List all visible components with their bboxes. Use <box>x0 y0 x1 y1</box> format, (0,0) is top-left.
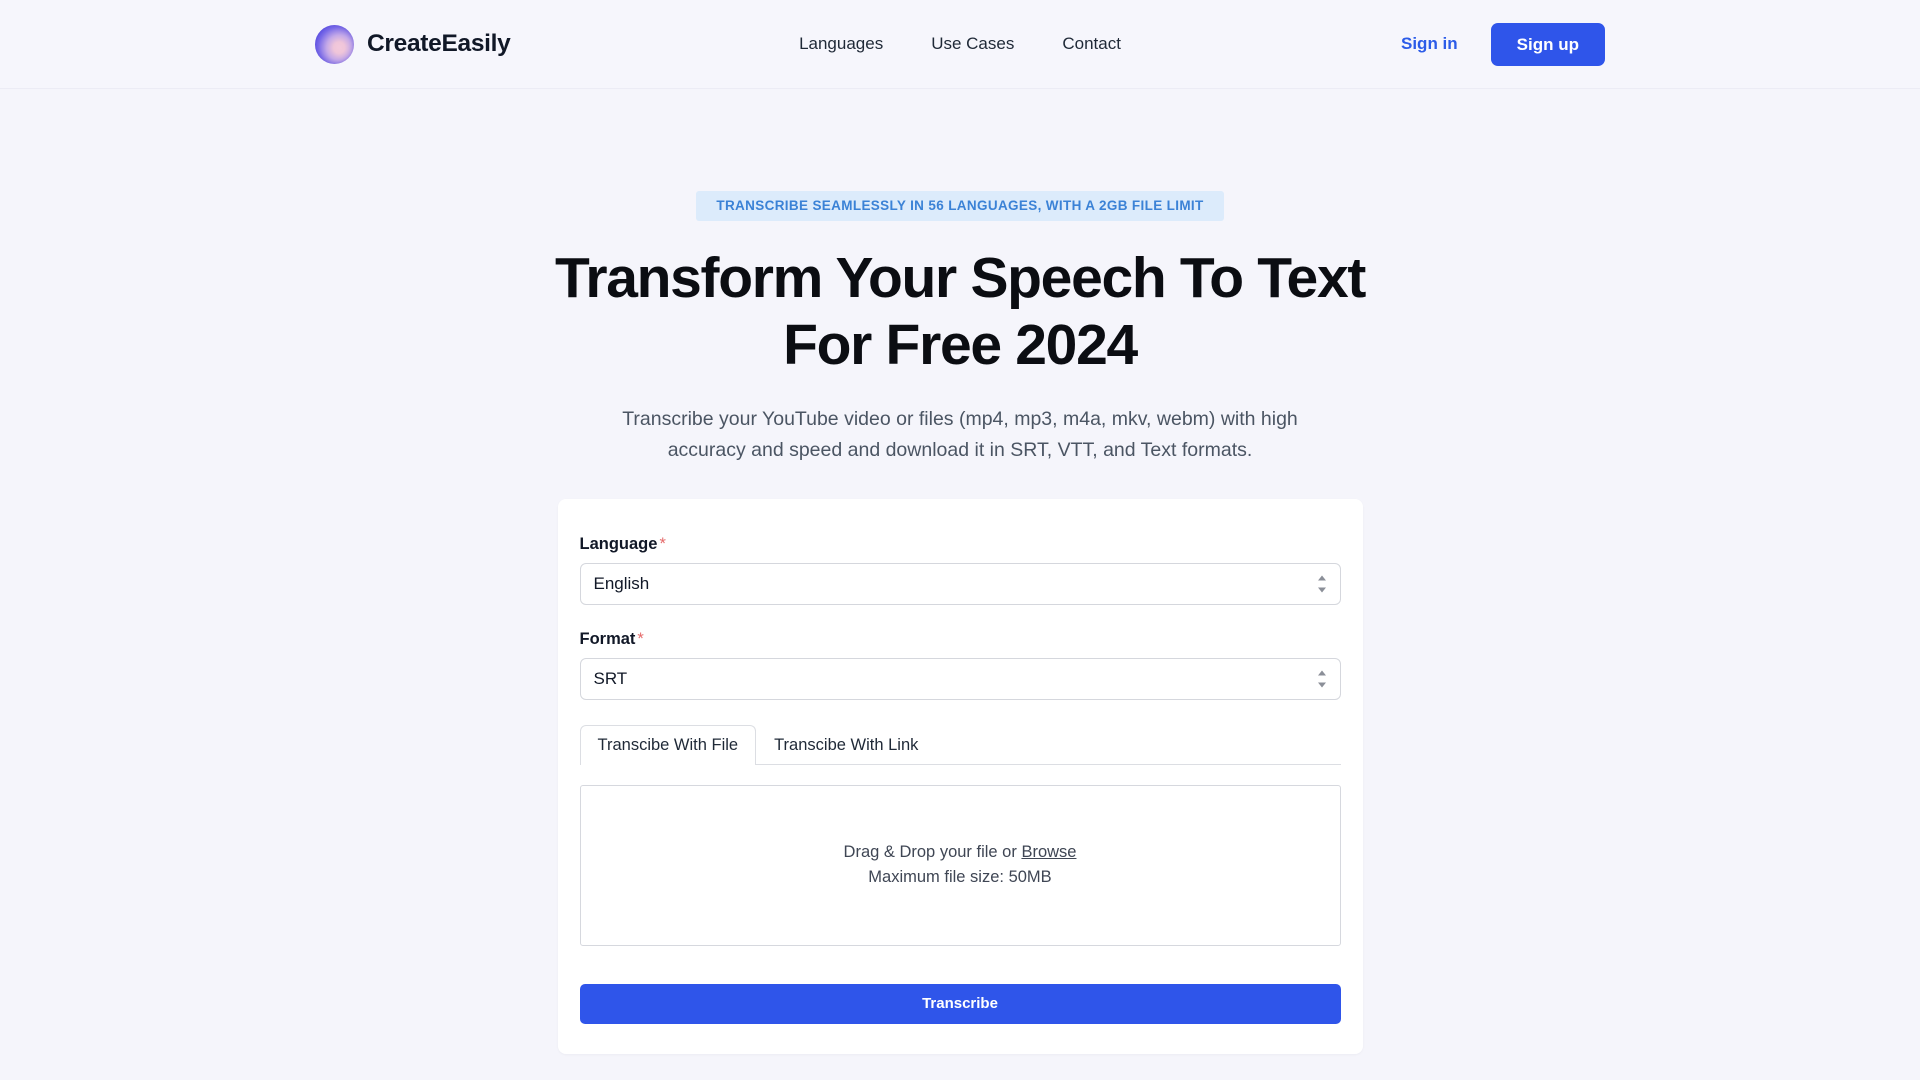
createeasily-logo-icon <box>315 24 354 64</box>
site-header: CreateEasily Languages Use Cases Contact… <box>0 0 1920 89</box>
format-select-wrapper: SRT <box>579 657 1341 700</box>
header-actions: Sign in Sign up <box>1401 22 1605 66</box>
hero-badge: TRANSCRIBE SEAMLESSLY IN 56 LANGUAGES, W… <box>696 191 1224 221</box>
format-label-text: Format <box>579 629 636 648</box>
brand-logo-link[interactable]: CreateEasily <box>315 24 511 64</box>
file-dropzone[interactable]: Drag & Drop your file or Browse Maximum … <box>579 784 1341 946</box>
transcribe-submit-button[interactable]: Transcribe <box>579 983 1341 1024</box>
language-label: Language * <box>580 535 1341 554</box>
sign-in-link[interactable]: Sign in <box>1401 34 1458 54</box>
tab-transcribe-with-file[interactable]: Transcibe With File <box>579 724 757 765</box>
nav-item-contact[interactable]: Contact <box>1038 24 1145 64</box>
format-select[interactable]: SRT <box>579 657 1341 700</box>
nav-item-languages[interactable]: Languages <box>775 24 907 64</box>
format-required-marker: * <box>637 629 644 648</box>
format-label: Format * <box>580 630 1341 649</box>
language-label-text: Language <box>579 534 658 553</box>
brand-name: CreateEasily <box>367 30 511 57</box>
language-required-marker: * <box>659 534 666 553</box>
transcription-form-card: Language * English Format * SRT Transcibe … <box>557 498 1363 1054</box>
main-navigation: Languages Use Cases Contact <box>775 24 1145 64</box>
hero-subtitle: Transcribe your YouTube video or files (… <box>622 408 1298 461</box>
dropzone-prompt: Drag & Drop your file or Browse <box>844 843 1077 862</box>
browse-files-link[interactable]: Browse <box>1021 843 1076 861</box>
language-select-wrapper: English <box>579 562 1341 605</box>
transcription-source-tabs: Transcibe With File Transcibe With Link <box>579 724 1341 765</box>
tab-transcribe-with-link[interactable]: Transcibe With Link <box>756 725 936 764</box>
nav-item-use-cases[interactable]: Use Cases <box>907 24 1038 64</box>
dropzone-prompt-text: Drag & Drop your file or <box>843 843 1022 862</box>
main-content: TRANSCRIBE SEAMLESSLY IN 56 LANGUAGES, W… <box>0 89 1920 1080</box>
page-title: Transform Your Speech To Text For Free 2… <box>554 246 1366 377</box>
language-select[interactable]: English <box>579 562 1341 605</box>
sign-up-button[interactable]: Sign up <box>1490 22 1605 66</box>
dropzone-max-size: Maximum file size: 50MB <box>868 868 1052 887</box>
